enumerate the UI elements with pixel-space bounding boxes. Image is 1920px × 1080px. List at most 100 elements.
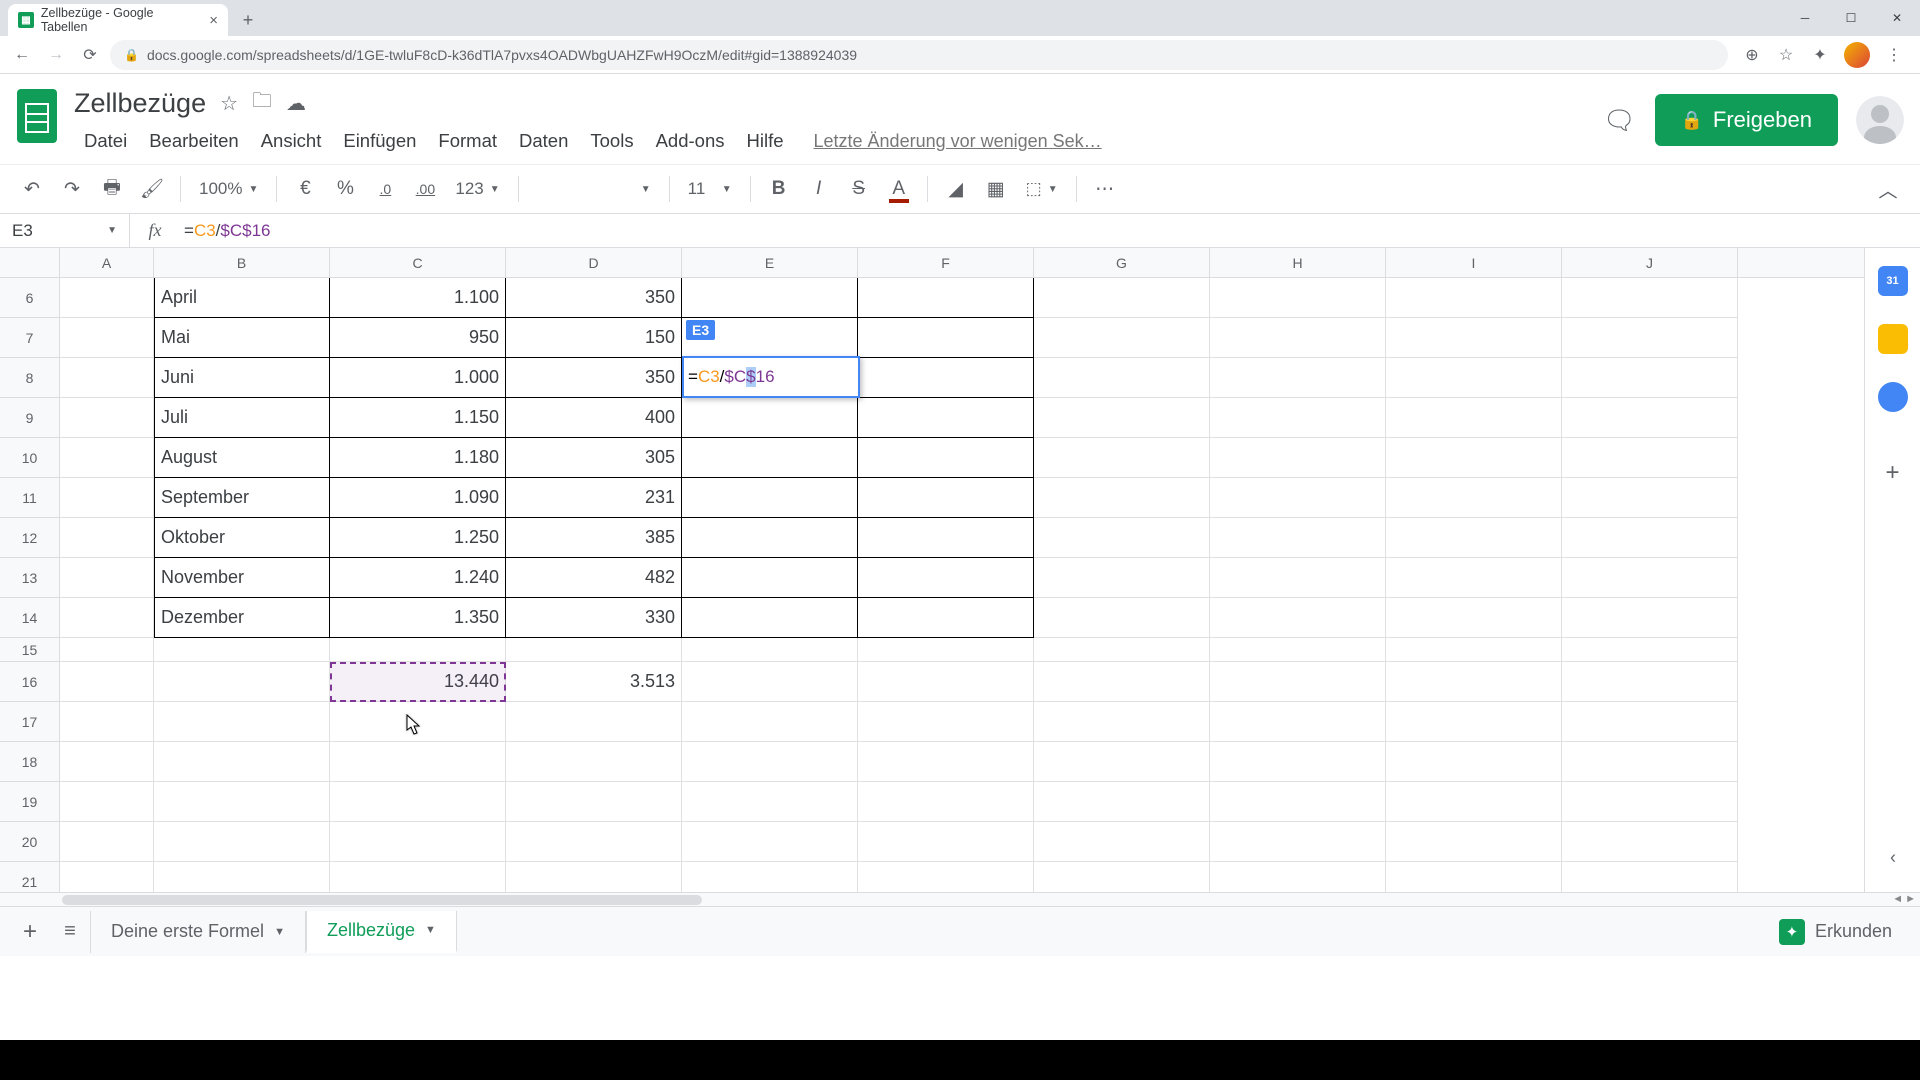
sheet-tab-1[interactable]: Deine erste Formel▼: [90, 911, 306, 953]
row-header[interactable]: 20: [0, 822, 60, 862]
col-header-b[interactable]: B: [154, 248, 330, 277]
cell[interactable]: [858, 742, 1034, 782]
decrease-decimal-button[interactable]: .0: [367, 171, 403, 207]
new-tab-button[interactable]: +: [234, 6, 262, 34]
print-button[interactable]: 🖶: [94, 171, 130, 207]
cell[interactable]: [60, 598, 154, 638]
browser-tab[interactable]: ▦ Zellbezüge - Google Tabellen ×: [8, 4, 228, 36]
cell[interactable]: [1562, 662, 1738, 702]
cell[interactable]: [1562, 558, 1738, 598]
paint-format-button[interactable]: 🖌: [134, 171, 170, 207]
cell[interactable]: [682, 702, 858, 742]
tasks-sidebar-icon[interactable]: [1878, 382, 1908, 412]
cell[interactable]: [858, 822, 1034, 862]
cell[interactable]: [858, 782, 1034, 822]
cell[interactable]: [154, 662, 330, 702]
cell[interactable]: [60, 782, 154, 822]
zoom-select[interactable]: 100%▼: [191, 179, 266, 199]
cell[interactable]: [1210, 782, 1386, 822]
percent-button[interactable]: %: [327, 171, 363, 207]
cell[interactable]: [1034, 558, 1210, 598]
font-family-select[interactable]: ▼: [529, 174, 659, 204]
cell[interactable]: [1386, 662, 1562, 702]
cell[interactable]: Mai: [154, 318, 330, 358]
collapse-toolbar-button[interactable]: ︿: [1870, 171, 1906, 207]
cell[interactable]: [682, 438, 858, 478]
cell[interactable]: 330: [506, 598, 682, 638]
menu-data[interactable]: Daten: [509, 126, 578, 156]
cell[interactable]: Oktober: [154, 518, 330, 558]
cell[interactable]: [1034, 318, 1210, 358]
cell[interactable]: [1386, 518, 1562, 558]
font-size-select[interactable]: 11▼: [680, 179, 740, 199]
cell[interactable]: [1562, 438, 1738, 478]
cell[interactable]: September: [154, 478, 330, 518]
cell[interactable]: [1210, 518, 1386, 558]
cell[interactable]: [1386, 478, 1562, 518]
expand-sidebar-icon[interactable]: ›: [1878, 844, 1908, 874]
menu-insert[interactable]: Einfügen: [333, 126, 426, 156]
formula-input[interactable]: =C3/$C$16: [180, 221, 1920, 241]
cell[interactable]: [1034, 478, 1210, 518]
cell[interactable]: [1034, 398, 1210, 438]
row-header[interactable]: 15: [0, 638, 60, 662]
cell[interactable]: [1386, 398, 1562, 438]
cell[interactable]: [858, 598, 1034, 638]
strikethrough-button[interactable]: S: [841, 171, 877, 207]
currency-button[interactable]: €: [287, 171, 323, 207]
row-header[interactable]: 11: [0, 478, 60, 518]
row-header[interactable]: 9: [0, 398, 60, 438]
cell[interactable]: [858, 358, 1034, 398]
cell[interactable]: [682, 862, 858, 892]
cell[interactable]: [506, 782, 682, 822]
menu-edit[interactable]: Bearbeiten: [139, 126, 248, 156]
row-header[interactable]: 18: [0, 742, 60, 782]
cell[interactable]: 1.350: [330, 598, 506, 638]
cell[interactable]: [60, 702, 154, 742]
more-toolbar-button[interactable]: ⋯: [1087, 171, 1123, 207]
col-header-f[interactable]: F: [858, 248, 1034, 277]
cell[interactable]: [330, 862, 506, 892]
cell[interactable]: [60, 478, 154, 518]
keep-sidebar-icon[interactable]: [1878, 324, 1908, 354]
cell[interactable]: [1386, 638, 1562, 662]
cell[interactable]: [1562, 398, 1738, 438]
cell[interactable]: [1210, 438, 1386, 478]
menu-addons[interactable]: Add-ons: [646, 126, 735, 156]
star-icon[interactable]: ☆: [220, 91, 238, 116]
cell[interactable]: [682, 518, 858, 558]
cell[interactable]: 350: [506, 278, 682, 318]
cell[interactable]: [60, 278, 154, 318]
cell[interactable]: Juli: [154, 398, 330, 438]
col-header-i[interactable]: I: [1386, 248, 1562, 277]
cell[interactable]: [1386, 782, 1562, 822]
minimize-button[interactable]: ─: [1782, 0, 1828, 36]
cell[interactable]: [1210, 398, 1386, 438]
cell[interactable]: [1210, 478, 1386, 518]
cell[interactable]: [858, 398, 1034, 438]
last-edit-link[interactable]: Letzte Änderung vor wenigen Sek…: [804, 127, 1112, 156]
cell[interactable]: [1386, 358, 1562, 398]
url-field[interactable]: 🔒 docs.google.com/spreadsheets/d/1GE-twl…: [110, 40, 1728, 70]
cell[interactable]: 1.180: [330, 438, 506, 478]
cell[interactable]: [1210, 822, 1386, 862]
cell[interactable]: [682, 278, 858, 318]
menu-help[interactable]: Hilfe: [736, 126, 793, 156]
sheet-tab-2[interactable]: Zellbezüge▼: [306, 911, 457, 953]
move-icon[interactable]: 🗀: [252, 86, 272, 120]
menu-file[interactable]: Datei: [74, 126, 137, 156]
cell[interactable]: [1210, 358, 1386, 398]
cell[interactable]: 3.513: [506, 662, 682, 702]
merge-cells-button[interactable]: ⬚▼: [1018, 179, 1066, 199]
select-all-corner[interactable]: [0, 248, 60, 277]
cell[interactable]: [1034, 598, 1210, 638]
chevron-down-icon[interactable]: ▼: [425, 924, 436, 936]
cell[interactable]: [154, 862, 330, 892]
cell[interactable]: [1210, 598, 1386, 638]
zoom-icon[interactable]: ⊕: [1742, 45, 1762, 65]
col-header-g[interactable]: G: [1034, 248, 1210, 277]
cell[interactable]: [60, 358, 154, 398]
number-format-select[interactable]: 123▼: [447, 179, 507, 199]
cell[interactable]: 13.440: [330, 662, 506, 702]
cell[interactable]: [1386, 558, 1562, 598]
